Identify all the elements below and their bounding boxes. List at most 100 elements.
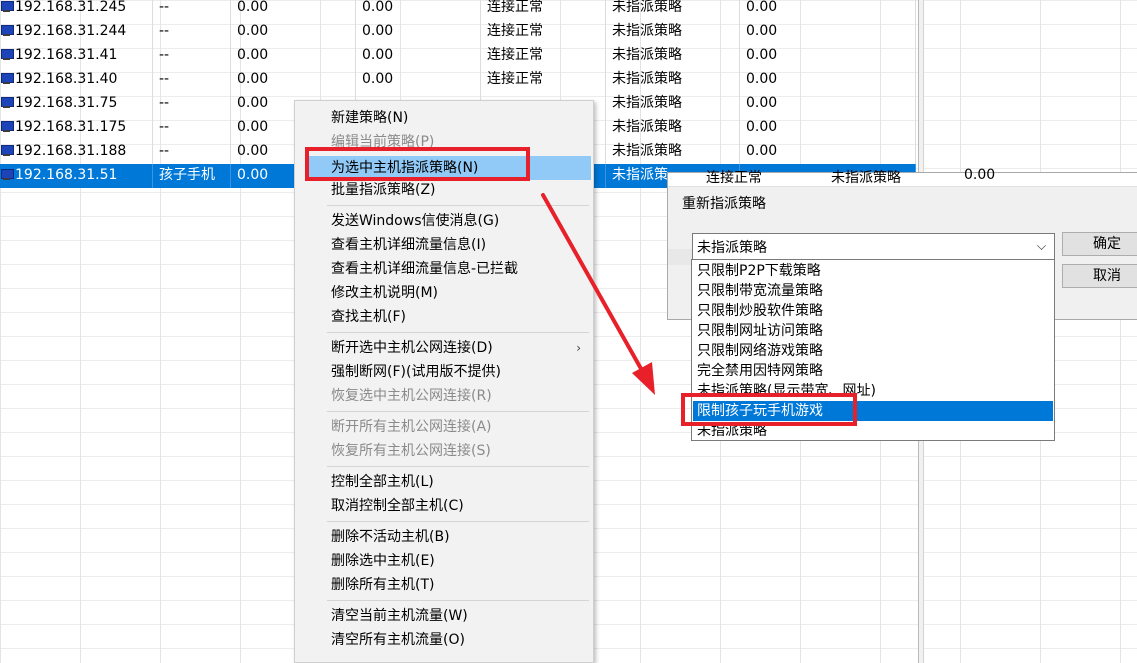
cell-v1: 0.00 [231,68,356,92]
menu-item-label: 断开所有主机公网连接(A) [331,419,492,435]
menu-item[interactable]: 删除选中主机(E) [295,549,593,573]
menu-item[interactable]: 批量指派策略(Z) [295,178,593,202]
table-row[interactable]: 192.168.31.40 -- 0.00 0.00 连接正常 未指派策略 0.00 [0,68,916,92]
cell-status: 连接正常 [481,20,606,44]
menu-item[interactable]: 新建策略(N) [295,106,593,130]
dropdown-option[interactable]: 完全禁用因特网策略 [693,361,1053,381]
cell-text: 连接正常 [487,47,543,63]
menu-separator [327,521,589,522]
cell-text: 0.00 [237,71,269,87]
dialog-divider [668,249,692,265]
menu-item[interactable]: 清空当前主机流量(W) [295,604,593,628]
cell-policy: 未指派策略 [606,92,740,116]
context-menu: 新建策略(N) 编辑当前策略(P) 为选中主机指派策略(N) 批量指派策略(Z) 发送W… [294,100,594,663]
cell-text: 0.00 [746,23,778,39]
cell-text: 未指派策略 [612,23,682,39]
policy-combobox[interactable]: 未指派策略 [692,233,1055,260]
dropdown-option[interactable]: 只限制网络游戏策略 [693,341,1053,361]
annotation-highlight-menu-item [305,147,530,181]
cell-text: 未指派策略 [612,0,682,15]
menu-item: 恢复选中主机公网连接(R) [295,384,593,408]
cell-text: -- [159,0,170,15]
cell-v2: 0.00 [356,20,481,44]
cell-v3: 0.00 [740,44,916,68]
hidden-row-value: 0.00 [964,167,996,183]
cell-text: 连接正常 [487,71,543,87]
menu-item[interactable]: 断开选中主机公网连接(D) › [295,336,593,360]
menu-item[interactable]: 查看主机详细流量信息-已拦截 [295,257,593,281]
cell-text: 0.00 [746,95,778,111]
cell-text: 0.00 [362,0,394,15]
cell-status: 连接正常 [481,0,606,20]
cell-text: 192.168.31.51 [15,167,118,183]
menu-item-label: 强制断网(F)(试用版不提供) [331,364,501,380]
cell-text: -- [159,47,170,63]
menu-item[interactable]: 查看主机详细流量信息(I) [295,233,593,257]
cell-name: -- [153,140,231,164]
cell-text: 孩子手机 [159,167,215,183]
cell-policy: 未指派策略 [606,20,740,44]
cell-name: -- [153,0,231,20]
dropdown-option[interactable]: 只限制带宽流量策略 [693,281,1053,301]
menu-item[interactable]: 取消控制全部主机(C) [295,494,593,518]
cell-ip: 192.168.31.51 [0,164,153,188]
cell-text: 0.00 [362,47,394,63]
table-row[interactable]: 192.168.31.41 -- 0.00 0.00 连接正常 未指派策略 0.00 [0,44,916,68]
computer-icon [1,169,14,181]
cancel-button[interactable]: 取消 [1062,264,1137,288]
table-row[interactable]: 192.168.31.244 -- 0.00 0.00 连接正常 未指派策略 0.00 [0,20,916,44]
cell-v2: 0.00 [356,68,481,92]
menu-item[interactable]: 查找主机(F) [295,305,593,329]
menu-item[interactable]: 删除所有主机(T) [295,573,593,597]
menu-item[interactable]: 修改主机说明(M) [295,281,593,305]
cell-text: 192.168.31.188 [15,143,127,159]
cell-name: -- [153,92,231,116]
cell-text: 192.168.31.41 [15,47,118,63]
cell-v1: 0.00 [231,0,356,20]
cell-text: 未指派策略 [612,71,682,87]
menu-item-label: 断开选中主机公网连接(D) [331,340,493,356]
dropdown-option[interactable]: 只限制网址访问策略 [693,321,1053,341]
cell-policy: 未指派策略 [606,68,740,92]
cell-text: 192.168.31.244 [15,23,127,39]
cell-text: -- [159,23,170,39]
cell-text: 0.00 [237,95,269,111]
menu-separator [327,205,589,206]
table-row[interactable]: 192.168.31.245 -- 0.00 0.00 连接正常 未指派策略 0.00 [0,0,916,20]
cell-text: 0.00 [746,119,778,135]
menu-item-label: 恢复选中主机公网连接(R) [331,388,492,404]
menu-item[interactable]: 删除不活动主机(B) [295,525,593,549]
hidden-row-status: 连接正常 [706,170,762,186]
ok-button[interactable]: 确定 [1062,232,1137,256]
cell-status: 连接正常 [481,68,606,92]
cell-policy: 未指派策略 [606,44,740,68]
cell-v2: 0.00 [356,44,481,68]
menu-separator [327,411,589,412]
menu-separator [327,466,589,467]
menu-item-label: 修改主机说明(M) [331,285,439,301]
cell-text: 0.00 [362,23,394,39]
cell-name: -- [153,44,231,68]
menu-item-label: 清空当前主机流量(W) [331,608,468,624]
cell-v3: 0.00 [740,68,916,92]
cell-ip: 192.168.31.41 [0,44,153,68]
cell-text: 192.168.31.175 [15,119,127,135]
menu-item[interactable]: 控制全部主机(L) [295,470,593,494]
menu-item-label: 删除所有主机(T) [331,577,435,593]
chevron-down-icon[interactable] [1037,241,1046,250]
computer-icon [1,121,14,133]
cell-name: -- [153,116,231,140]
menu-item[interactable]: 发送Windows信使消息(G) [295,209,593,233]
cell-status: 连接正常 [481,44,606,68]
cell-text: 未指派策略 [612,143,682,159]
cell-text: 0.00 [362,71,394,87]
dropdown-option[interactable]: 只限制炒股软件策略 [693,301,1053,321]
menu-item[interactable]: 清空所有主机流量(O) [295,628,593,652]
menu-item: 恢复所有主机公网连接(S) [295,439,593,463]
menu-item-label: 查找主机(F) [331,309,406,325]
cell-text: 0.00 [746,71,778,87]
cell-name: -- [153,20,231,44]
menu-item[interactable]: 强制断网(F)(试用版不提供) [295,360,593,384]
computer-icon [1,49,14,61]
dropdown-option[interactable]: 只限制P2P下载策略 [693,261,1053,281]
